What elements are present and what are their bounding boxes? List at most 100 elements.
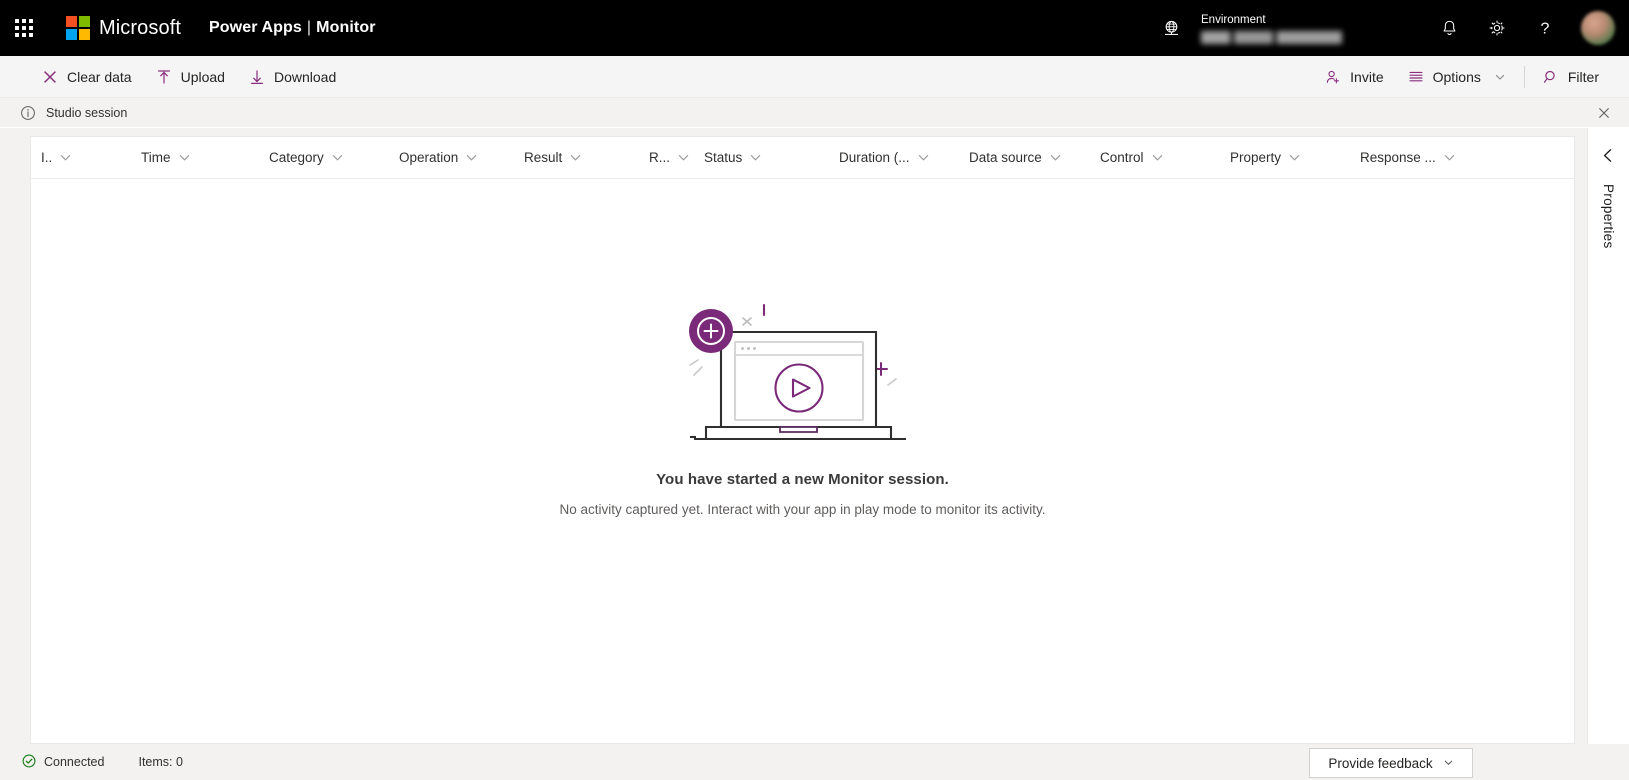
- column-sort-chevron-icon: [1443, 151, 1456, 164]
- grid-column-label: R...: [649, 150, 671, 165]
- invite-button[interactable]: Invite: [1313, 56, 1395, 98]
- page-title[interactable]: Power Apps | Monitor: [209, 19, 376, 37]
- command-toolbar: Clear data Upload Download Invite Option…: [0, 56, 1629, 98]
- grid-column-header[interactable]: Status: [702, 137, 837, 178]
- session-message-text: Studio session: [46, 105, 128, 120]
- download-arrow-icon: [249, 69, 265, 85]
- column-sort-chevron-icon: [331, 151, 344, 164]
- info-circle-icon: [20, 105, 36, 121]
- grid-column-label: Result: [524, 150, 563, 165]
- toolbar-divider: [1523, 65, 1525, 88]
- environment-name-redacted: [1201, 30, 1365, 44]
- settings-button[interactable]: [1473, 4, 1521, 52]
- grid-column-header[interactable]: Operation: [397, 137, 522, 178]
- bell-icon: [1443, 20, 1455, 35]
- grid-column-header[interactable]: Time: [139, 137, 267, 178]
- avatar[interactable]: [1581, 11, 1615, 45]
- status-bar: Connected Items: 0 Provide feedback: [0, 744, 1629, 780]
- monitor-events-grid: I.. Time Category Operation Result R... Status…: [30, 136, 1575, 744]
- grid-column-header[interactable]: Control: [1098, 137, 1228, 178]
- grid-column-headers: I.. Time Category Operation Result R... Status…: [31, 137, 1574, 179]
- grid-column-header[interactable]: I..: [39, 137, 139, 178]
- grid-column-label: I..: [41, 150, 53, 165]
- connected-check-icon: [22, 754, 36, 771]
- status-bar-right-filler: [1587, 744, 1629, 780]
- power-apps-monitor-window: Microsoft Power Apps | Monitor Environment: [0, 0, 1629, 780]
- grid-column-header[interactable]: Result: [522, 137, 647, 178]
- product-name: Power Apps: [209, 19, 302, 36]
- environment-globe-button[interactable]: [1147, 4, 1195, 52]
- grid-column-header[interactable]: Data source: [967, 137, 1098, 178]
- grid-column-label: Operation: [399, 150, 459, 165]
- search-icon: [1543, 69, 1559, 85]
- options-button[interactable]: Options: [1396, 56, 1518, 98]
- column-sort-chevron-icon: [569, 151, 582, 164]
- upload-arrow-icon: [156, 69, 172, 85]
- empty-state: You have started a new Monitor session. …: [31, 287, 1574, 517]
- global-header: Microsoft Power Apps | Monitor Environment: [0, 0, 1629, 56]
- download-label: Download: [273, 68, 337, 85]
- provide-feedback-label: Provide feedback: [1328, 755, 1433, 771]
- grid-column-label: Property: [1230, 150, 1282, 165]
- clear-data-label: Clear data: [67, 68, 132, 85]
- column-sort-chevron-icon: [677, 151, 690, 164]
- column-sort-chevron-icon: [178, 151, 191, 164]
- grid-column-header[interactable]: Response ...: [1358, 137, 1488, 178]
- question-mark-icon: ?: [1541, 21, 1550, 38]
- connection-status: Connected: [22, 754, 104, 771]
- properties-panel-label[interactable]: Properties: [1601, 184, 1616, 249]
- column-sort-chevron-icon: [1049, 151, 1062, 164]
- microsoft-logo-icon: [66, 16, 90, 40]
- help-button[interactable]: ?: [1521, 4, 1569, 52]
- download-button[interactable]: Download: [237, 56, 348, 98]
- invite-label: Invite: [1350, 68, 1384, 85]
- main-content-area: I.. Time Category Operation Result R... Status…: [0, 128, 1629, 744]
- grid-column-label: Data source: [969, 150, 1042, 165]
- properties-panel-rail: Properties: [1587, 128, 1629, 744]
- app-name: Monitor: [316, 19, 376, 36]
- connection-status-text: Connected: [44, 755, 105, 769]
- clear-data-button[interactable]: Clear data: [30, 56, 144, 98]
- provide-feedback-button[interactable]: Provide feedback: [1309, 748, 1473, 778]
- item-count-text: Items: 0: [138, 755, 183, 769]
- list-lines-icon: [1408, 69, 1424, 85]
- grid-body: You have started a new Monitor session. …: [31, 179, 1574, 743]
- grid-column-label: Status: [704, 150, 743, 165]
- grid-column-label: Control: [1100, 150, 1144, 165]
- filter-button[interactable]: Filter: [1531, 56, 1611, 98]
- close-message-bar-button[interactable]: [1593, 102, 1615, 124]
- grid-column-header[interactable]: R...: [647, 137, 702, 178]
- environment-selector[interactable]: Environment: [1201, 6, 1365, 50]
- grid-column-label: Response ...: [1360, 150, 1436, 165]
- grid-column-header[interactable]: Duration (...: [837, 137, 967, 178]
- grid-column-label: Category: [269, 150, 324, 165]
- notifications-button[interactable]: [1425, 4, 1473, 52]
- filter-label: Filter: [1567, 68, 1599, 85]
- new-session-illustration: [672, 287, 934, 457]
- add-person-icon: [1325, 69, 1341, 85]
- grid-column-label: Time: [141, 150, 171, 165]
- chevron-down-icon: [1443, 756, 1454, 771]
- session-message-bar: Studio session: [0, 98, 1629, 128]
- grid-column-header[interactable]: Category: [267, 137, 397, 178]
- upload-label: Upload: [180, 68, 225, 85]
- gear-icon: [1489, 20, 1505, 36]
- globe-icon: [1164, 20, 1178, 35]
- options-label: Options: [1432, 68, 1481, 85]
- column-sort-chevron-icon: [1151, 151, 1164, 164]
- grid-column-header[interactable]: Property: [1228, 137, 1358, 178]
- column-sort-chevron-icon: [59, 151, 72, 164]
- laptop-play-illustration-svg: [688, 303, 906, 441]
- svg-text:?: ?: [1541, 21, 1550, 38]
- column-sort-chevron-icon: [1288, 151, 1301, 164]
- upload-button[interactable]: Upload: [144, 56, 237, 98]
- expand-properties-button[interactable]: [1594, 140, 1624, 170]
- column-sort-chevron-icon: [465, 151, 478, 164]
- column-sort-chevron-icon: [749, 151, 762, 164]
- empty-state-title: You have started a new Monitor session.: [656, 471, 949, 488]
- microsoft-logo-link[interactable]: Microsoft: [48, 16, 181, 40]
- environment-label: Environment: [1201, 13, 1266, 26]
- app-launcher-button[interactable]: [0, 0, 48, 56]
- grid-column-label: Duration (...: [839, 150, 910, 165]
- column-sort-chevron-icon: [917, 151, 930, 164]
